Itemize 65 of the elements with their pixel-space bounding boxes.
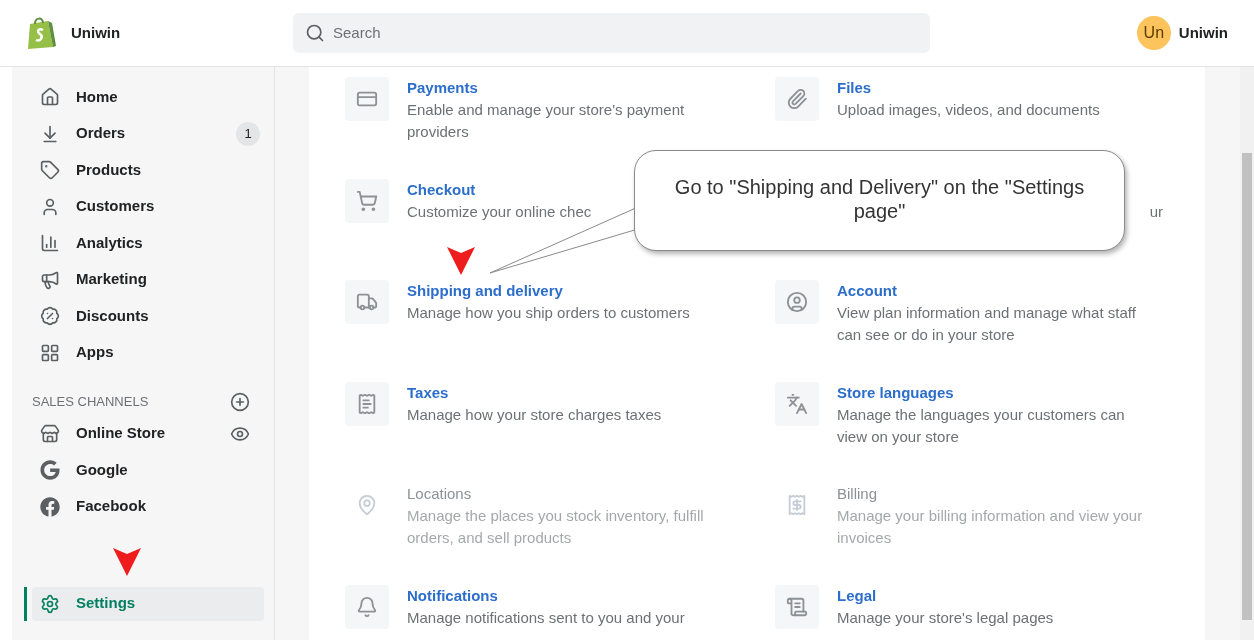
item-description: Upload images, videos, and documents [837,100,1100,120]
sidebar-item[interactable]: Google [32,453,264,487]
scrollbar-thumb[interactable] [1242,153,1252,620]
tag-icon [40,160,60,180]
home-icon [40,87,60,107]
sidebar-item[interactable]: Products [32,153,264,187]
add-circle-icon[interactable] [230,392,250,412]
item-description: Manage the languages your customers can view on your store [837,404,1126,447]
sidebar-item[interactable]: Settings [32,586,264,621]
settings-link[interactable]: Payments [407,77,478,99]
dollar-receipt-icon [786,494,808,516]
google-g-icon [40,460,60,480]
item-description: ur [1149,201,1163,222]
sidebar-item[interactable]: Facebook [32,489,264,524]
shopping-bag-logo [26,16,56,50]
sidebar-item[interactable]: Online Store [32,416,264,451]
item-description: Manage notifications sent to you and your [407,607,685,628]
callout-tooltip: Go to "Shipping and Delivery" on the "Settings page" [634,150,1125,251]
settings-link[interactable]: Taxes [407,381,449,404]
person-icon [40,196,60,217]
sidebar-item[interactable]: Home [32,80,264,114]
storefront-icon [40,423,60,444]
count-badge: 1 [236,121,260,146]
item-description: Customize your online chec [407,201,592,222]
sidebar-item[interactable]: Marketing [32,262,264,297]
settings-link[interactable]: Store languages [837,381,954,404]
percent-badge-icon [40,306,60,326]
truck-icon [356,291,378,313]
search-field[interactable]: Search [293,13,930,53]
item-description: Manage how your store charges taxes [407,404,662,425]
gear-icon [40,593,60,614]
bell-icon [356,595,378,618]
map-pin-icon [356,494,378,516]
user-avatar[interactable]: Un [1136,16,1171,50]
sidebar-item[interactable]: Analytics [32,226,264,260]
settings-link[interactable]: Account [837,280,897,302]
search-input[interactable]: Search [333,21,918,45]
settings-link[interactable]: Notifications [407,584,498,607]
settings-link[interactable]: Checkout [407,178,476,201]
settings-link[interactable]: Shipping and delivery [407,280,563,302]
pointer-arrowhead-icon [113,546,141,576]
translate-icon [786,392,808,415]
item-description: Manage how you ship orders to customers [407,303,690,323]
store-name: Uniwin [71,22,122,43]
user-name[interactable]: Uniwin [1178,21,1228,45]
item-description: Manage your billing information and view your invoices [837,506,1144,548]
section-heading: SALES CHANNELS [32,393,149,412]
bar-chart-icon [40,233,60,253]
paperclip-icon [786,88,808,110]
facebook-f-icon [40,496,60,517]
user-circle-icon [786,291,808,313]
sidebar-item[interactable]: Customers [32,189,264,224]
pointer-arrowhead-icon [447,245,475,275]
sidebar-item[interactable]: Discounts [32,299,264,333]
settings-link[interactable]: Files [837,77,872,99]
item-description: View plan information and manage what staff can see or do in your store [837,303,1137,345]
item-description: Enable and manage your store's payment providers [407,100,686,142]
sidebar-item[interactable]: Apps [32,335,264,370]
scroll-icon [786,595,808,618]
cart-icon [356,189,378,212]
item-description: Manage the places you stock inventory, fulfill orders, and sell products [407,506,705,548]
search-icon [305,23,325,43]
megaphone-icon [40,269,60,290]
settings-link[interactable]: Legal [837,584,877,607]
item-description: Manage your store's legal pages [837,607,1054,628]
